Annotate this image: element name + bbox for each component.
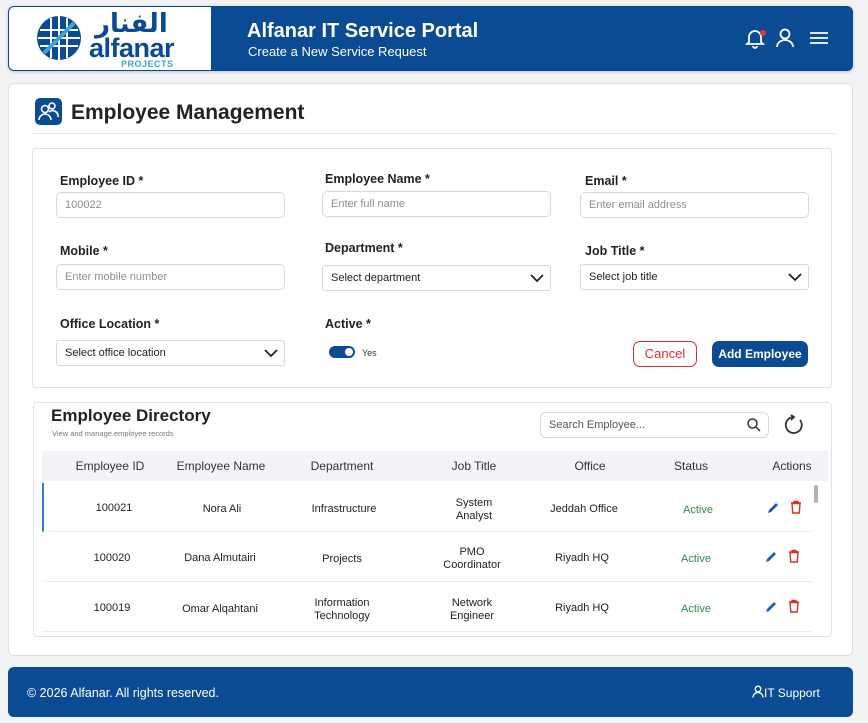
search-placeholder: Search Employee... (549, 419, 645, 431)
employee-id-field[interactable]: 100022 (56, 192, 285, 218)
office-location-select-value: Select office location (65, 347, 166, 359)
active-toggle[interactable] (329, 346, 355, 358)
cell-office: Riyadh HQ (555, 552, 609, 564)
office-location-select[interactable]: Select office location (56, 340, 285, 366)
edit-icon[interactable] (766, 501, 780, 515)
table-row[interactable]: 100020 Dana Almutairi Projects PMO Coord… (42, 533, 812, 582)
department-label: Department * (325, 241, 403, 255)
cell-department-line1: Information (314, 597, 370, 609)
cell-employee-name: Omar Alqahtani (182, 603, 258, 615)
employee-directory: Employee Directory View and manage emplo… (33, 402, 832, 637)
copyright-text: © 2026 Alfanar. All rights reserved. (27, 686, 219, 700)
mobile-label: Mobile * (60, 244, 108, 258)
add-employee-button[interactable]: Add Employee (712, 341, 808, 367)
app-header: الفنار alfanar PROJECTS Alfanar IT Servi… (8, 6, 853, 71)
employee-management-card: Employee Management Employee ID * 100022… (8, 83, 853, 656)
status-badge: Active (681, 553, 711, 565)
table-row[interactable]: 100019 Omar Alqahtani Information Techno… (42, 583, 812, 632)
cell-department: Infrastructure (311, 503, 377, 515)
delete-icon[interactable] (788, 549, 800, 563)
delete-icon[interactable] (788, 599, 800, 613)
user-icon[interactable] (773, 26, 797, 50)
job-title-label: Job Title * (585, 244, 645, 258)
delete-icon[interactable] (790, 500, 802, 514)
column-header[interactable]: Office (540, 459, 640, 473)
refresh-icon[interactable] (783, 414, 805, 436)
column-header[interactable]: Job Title (424, 459, 524, 473)
directory-subtitle: View and manage employee records (52, 429, 174, 438)
cell-employee-id: 100020 (93, 552, 131, 564)
employee-form: Employee ID * 100022 Employee Name * Ent… (32, 148, 832, 388)
column-header[interactable]: Employee Name (168, 459, 274, 473)
search-input[interactable]: Search Employee... (540, 412, 769, 438)
job-title-select[interactable]: Select job title (580, 264, 809, 290)
cell-department: Projects (322, 553, 362, 565)
cell-office: Jeddah Office (550, 503, 618, 515)
department-select[interactable]: Select department (322, 265, 551, 291)
chevron-down-icon (264, 349, 278, 358)
office-location-label: Office Location * (60, 317, 160, 331)
logo-projects-text: PROJECTS (121, 59, 174, 69)
cell-office: Riyadh HQ (555, 602, 609, 614)
cell-department-line2: Technology (314, 610, 370, 622)
cell-job-title-line1: System (455, 497, 493, 509)
column-header: Actions (772, 459, 812, 473)
mobile-field[interactable]: Enter mobile number (56, 264, 285, 290)
chevron-down-icon (530, 274, 544, 283)
table-header: Employee ID Employee Name Department Job… (42, 451, 828, 481)
app-footer: © 2026 Alfanar. All rights reserved. IT … (8, 667, 853, 717)
cell-job-title-line2: Analyst (455, 510, 493, 522)
edit-icon[interactable] (764, 550, 778, 564)
cell-job-title-line2: Coordinator (443, 559, 501, 571)
title-divider (33, 133, 836, 134)
cell-job-title-line2: Engineer (449, 610, 495, 622)
table-row[interactable]: 100021 Nora Ali Infrastructure System An… (42, 483, 812, 532)
employee-name-field[interactable]: Enter full name (322, 191, 551, 217)
active-toggle-label: Yes (362, 348, 377, 358)
edit-icon[interactable] (764, 600, 778, 614)
cell-employee-id: 100019 (93, 602, 131, 614)
job-title-select-value: Select job title (589, 271, 658, 283)
column-header[interactable]: Department (292, 459, 392, 473)
status-badge: Active (681, 603, 711, 615)
department-select-value: Select department (331, 272, 421, 284)
email-label: Email * (585, 174, 627, 188)
cell-employee-id: 100021 (95, 502, 133, 514)
it-support-link[interactable]: IT Support (764, 686, 820, 700)
cell-employee-name: Nora Ali (202, 503, 242, 515)
status-badge: Active (683, 504, 713, 516)
portal-subtitle: Create a New Service Request (248, 44, 427, 59)
employee-name-label: Employee Name * (325, 172, 430, 186)
column-header[interactable]: Status (641, 459, 741, 473)
notification-dot (760, 30, 766, 36)
cell-job-title-line1: PMO (459, 546, 485, 558)
employee-id-label: Employee ID * (60, 174, 144, 188)
support-user-icon (752, 685, 764, 698)
active-label: Active * (325, 317, 371, 331)
directory-title: Employee Directory (51, 406, 211, 425)
cancel-button[interactable]: Cancel (633, 341, 697, 367)
toggle-knob (345, 348, 353, 356)
search-icon[interactable] (746, 417, 762, 433)
company-logo[interactable]: الفنار alfanar PROJECTS (9, 7, 211, 70)
chevron-down-icon (788, 273, 802, 282)
column-header[interactable]: Employee ID (62, 459, 158, 473)
users-icon (35, 98, 62, 125)
logo-globe-icon (37, 16, 81, 60)
page-title: Employee Management (71, 101, 305, 124)
cell-job-title-line1: Network (451, 597, 493, 609)
menu-icon[interactable] (807, 26, 831, 50)
email-field[interactable]: Enter email address (580, 192, 809, 218)
portal-title: Alfanar IT Service Portal (247, 20, 479, 42)
cell-employee-name: Dana Almutairi (184, 552, 256, 564)
table-scrollbar[interactable] (814, 485, 818, 503)
